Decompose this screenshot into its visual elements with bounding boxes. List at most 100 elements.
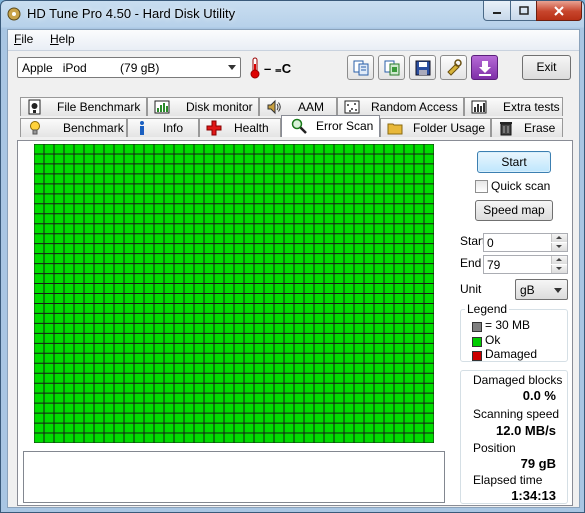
- menu-bar: File Help: [8, 30, 579, 51]
- menu-file-rest: ile: [21, 32, 34, 46]
- thermometer-icon: [250, 57, 260, 79]
- tab-label: Health: [234, 121, 269, 135]
- close-button[interactable]: [536, 1, 582, 21]
- tab-random-access[interactable]: Random Access: [337, 97, 464, 116]
- unit-select[interactable]: gB: [515, 279, 568, 300]
- info-icon: [140, 121, 144, 135]
- title-bar[interactable]: HD Tune Pro 4.50 - Hard Disk Utility: [1, 1, 584, 27]
- spin-down-icon[interactable]: [551, 265, 567, 273]
- scan-log-box: [23, 451, 445, 503]
- save-button[interactable]: [409, 55, 436, 80]
- unit-value: gB: [520, 283, 535, 297]
- copy-screenshot-icon: [384, 60, 399, 75]
- start-scan-button[interactable]: Start: [477, 151, 551, 173]
- download-button[interactable]: [471, 55, 498, 80]
- unit-label: Unit: [460, 282, 482, 296]
- maximize-icon: [518, 6, 529, 15]
- spin-up-icon[interactable]: [551, 234, 567, 242]
- temperature-display: – ₌C: [246, 56, 294, 80]
- legend-damaged-label: Damaged: [485, 347, 538, 361]
- legend-ok-label: Ok: [485, 333, 501, 347]
- tab-label: Error Scan: [316, 119, 374, 133]
- end-value: 79: [487, 258, 501, 272]
- error-scan-block-map: [34, 144, 434, 443]
- tab-erase[interactable]: Erase: [491, 118, 563, 137]
- end-value-spinner[interactable]: 79: [483, 255, 568, 274]
- start-value-spinner[interactable]: 0: [483, 233, 568, 252]
- tab-label: File Benchmark: [57, 100, 141, 114]
- chevron-down-icon: [554, 288, 562, 293]
- tab-label: Erase: [524, 121, 556, 135]
- position-value: 79 gB: [520, 456, 556, 471]
- download-icon: [478, 60, 491, 76]
- options-icon: [446, 58, 462, 76]
- tab-disk-monitor[interactable]: Disk monitor: [147, 97, 259, 116]
- damaged-blocks-label: Damaged blocks: [473, 373, 563, 387]
- tab-benchmark[interactable]: Benchmark: [20, 118, 127, 137]
- tab-aam[interactable]: AAM: [259, 97, 337, 116]
- menu-help-accel: H: [50, 32, 59, 46]
- legend-title: Legend: [465, 302, 510, 316]
- file-benchmark-icon: [28, 99, 41, 115]
- legend-swatch-ok: [472, 337, 482, 347]
- tab-label: Disk monitor: [186, 100, 253, 114]
- spin-down-icon[interactable]: [551, 243, 567, 251]
- menu-help[interactable]: Help: [50, 32, 75, 46]
- tab-label: Folder Usage: [413, 121, 486, 135]
- copy-info-icon: [353, 60, 368, 75]
- tab-label: Random Access: [371, 100, 458, 114]
- exit-button[interactable]: Exit: [522, 55, 571, 80]
- magnifier-icon: [291, 118, 307, 134]
- scanning-speed-value: 12.0 MB/s: [496, 423, 556, 438]
- speaker-icon: [267, 99, 281, 115]
- extra-tests-icon: [471, 100, 487, 114]
- app-window: HD Tune Pro 4.50 - Hard Disk Utility Fil…: [0, 0, 585, 513]
- drive-select-value: Apple iPod (79 gB): [22, 61, 160, 75]
- tab-label: Info: [163, 121, 184, 135]
- quick-scan-checkbox[interactable]: [475, 180, 488, 193]
- position-label: Position: [473, 441, 516, 455]
- copy-screenshot-button[interactable]: [378, 55, 405, 80]
- elapsed-time-value: 1:34:13: [511, 488, 556, 503]
- random-access-icon: [344, 100, 360, 114]
- tab-extra-tests[interactable]: Extra tests: [464, 97, 563, 116]
- tab-info[interactable]: Info: [127, 118, 199, 137]
- trash-icon: [500, 122, 512, 136]
- tab-error-scan[interactable]: Error Scan: [281, 115, 380, 137]
- chevron-down-icon: [228, 65, 236, 70]
- temperature-value: – ₌C: [264, 61, 292, 76]
- start-value: 0: [487, 236, 494, 250]
- legend-block-size-label: = 30 MB: [485, 318, 531, 332]
- damaged-blocks-value: 0.0 %: [522, 388, 556, 403]
- maximize-button[interactable]: [510, 1, 537, 21]
- tab-folder-usage[interactable]: Folder Usage: [380, 118, 491, 137]
- tab-label: Extra tests: [503, 100, 560, 114]
- end-label: End: [460, 256, 482, 270]
- menu-file[interactable]: File: [14, 32, 33, 46]
- close-icon: [554, 5, 564, 16]
- copy-info-button[interactable]: [347, 55, 374, 80]
- quick-scan-label: Quick scan: [491, 179, 551, 193]
- drive-select[interactable]: Apple iPod (79 gB): [17, 57, 241, 78]
- legend-swatch-damaged: [472, 351, 482, 361]
- lightbulb-icon: [30, 121, 40, 135]
- app-icon: [7, 7, 21, 21]
- legend-swatch-block-size: [472, 322, 482, 332]
- tab-health[interactable]: Health: [199, 118, 281, 137]
- minimize-button[interactable]: [483, 1, 511, 21]
- folder-icon: [387, 123, 403, 135]
- speed-map-button[interactable]: Speed map: [475, 200, 553, 221]
- menu-help-rest: elp: [58, 32, 75, 46]
- elapsed-time-label: Elapsed time: [473, 473, 543, 487]
- options-button[interactable]: [440, 55, 467, 80]
- spin-up-icon[interactable]: [551, 256, 567, 264]
- client-area: File Help Apple iPod (79 gB) – ₌C Exit F…: [7, 29, 580, 508]
- scanning-speed-label: Scanning speed: [473, 407, 560, 421]
- window-title: HD Tune Pro 4.50 - Hard Disk Utility: [27, 6, 236, 21]
- disk-monitor-icon: [154, 100, 170, 114]
- minimize-icon: [493, 11, 501, 14]
- save-icon: [415, 60, 430, 75]
- error-scan-panel: Start Quick scan Speed map Start 0 End 7…: [17, 140, 573, 506]
- health-cross-icon: [206, 120, 222, 136]
- tab-file-benchmark[interactable]: File Benchmark: [20, 97, 147, 116]
